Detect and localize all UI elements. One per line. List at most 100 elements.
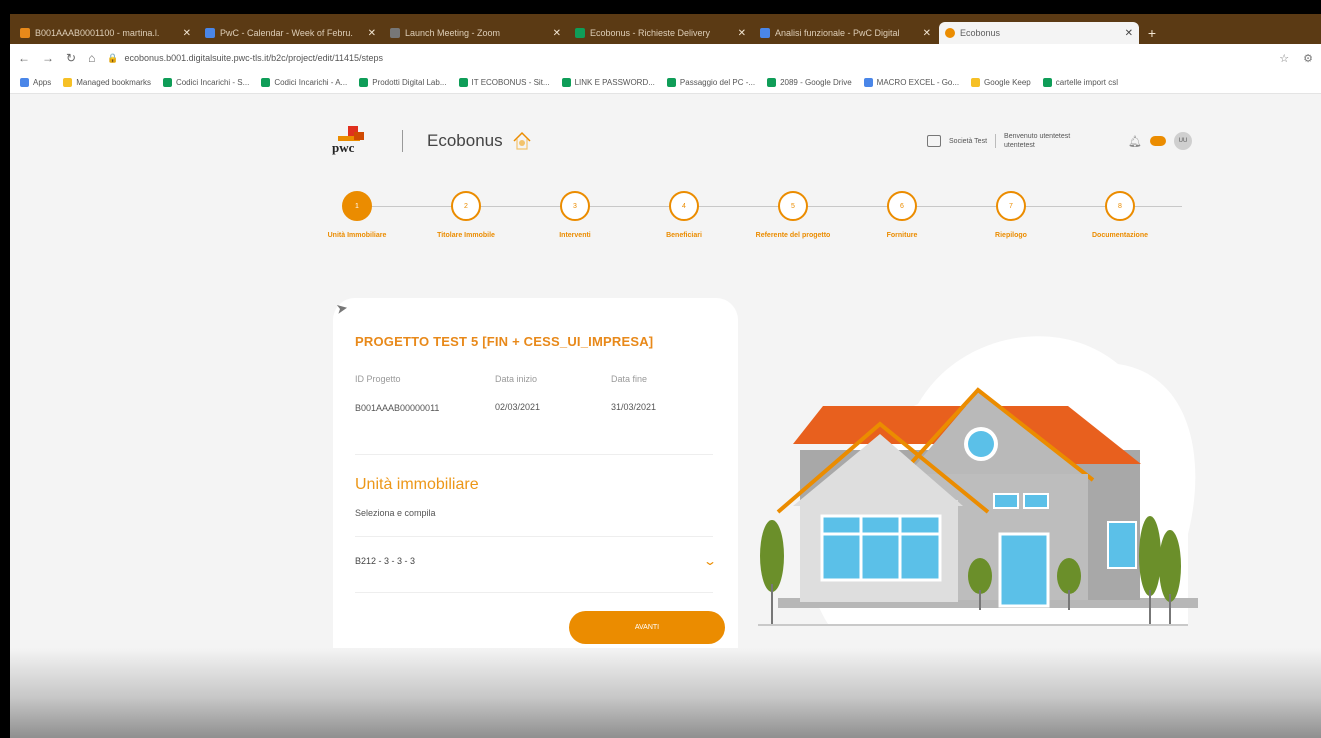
step-3[interactable]: 3 Interventi xyxy=(520,191,630,240)
browser-tab[interactable]: B001AAAB0001100 - martina.l. ✕ xyxy=(14,22,197,44)
step-label: Beneficiari xyxy=(666,232,702,239)
back-icon[interactable]: ← xyxy=(18,51,30,65)
tab-favicon-icon xyxy=(205,28,215,38)
apps-icon xyxy=(20,78,29,87)
step-circle: 5 xyxy=(778,191,808,221)
step-8[interactable]: 8 Documentazione xyxy=(1065,191,1175,240)
bookmark[interactable]: LINK E PASSWORD... xyxy=(561,78,655,87)
chevron-down-icon[interactable]: ⌄ xyxy=(703,554,717,568)
app-page: pwc Ecobonus Società Test Benvenuto uten… xyxy=(10,94,1321,738)
property-select[interactable]: B212 - 3 - 3 - 3 ⌄ xyxy=(355,550,717,572)
url-text: ecobonus.b001.digitalsuite.pwc-tls.it/b2… xyxy=(124,53,384,63)
step-6[interactable]: 6 Forniture xyxy=(847,191,957,240)
close-icon[interactable]: ✕ xyxy=(368,28,376,39)
tab-favicon-icon xyxy=(575,28,585,38)
app-header: pwc Ecobonus Società Test Benvenuto uten… xyxy=(332,116,1192,166)
start-date-value: 02/03/2021 xyxy=(495,402,541,412)
project-meta-labels: ID Progetto Data inizio Data fine xyxy=(355,374,711,384)
section-title: Unità immobiliare xyxy=(355,476,479,493)
tab-strip: B001AAAB0001100 - martina.l. ✕ PwC - Cale… xyxy=(10,14,1321,44)
drive-icon xyxy=(666,78,676,87)
close-icon[interactable]: ✕ xyxy=(1125,28,1133,39)
bookmark[interactable]: Apps xyxy=(20,78,51,87)
address-bar: ← → ↻ ⌂ 🔒 ecobonus.b001.digitalsuite.pwc… xyxy=(10,44,1321,72)
browser-tab-active[interactable]: Ecobonus ✕ xyxy=(939,22,1139,44)
step-label: Titolare Immobile xyxy=(437,232,495,239)
house-illustration xyxy=(758,336,1198,626)
step-label: Documentazione xyxy=(1091,232,1148,239)
new-tab-button[interactable]: + xyxy=(1141,22,1163,44)
browser-tab[interactable]: PwC - Calendar - Week of Febru. ✕ xyxy=(199,22,382,44)
close-icon[interactable]: ✕ xyxy=(183,28,191,39)
star-icon[interactable]: ☆ xyxy=(1279,52,1289,65)
property-select-value: B212 - 3 - 3 - 3 xyxy=(355,556,416,566)
url-field[interactable]: 🔒 ecobonus.b001.digitalsuite.pwc-tls.it/… xyxy=(107,53,1267,64)
bookmark[interactable]: Codici Incarichi - A... xyxy=(261,78,347,87)
step-label: Interventi xyxy=(559,232,591,239)
pwc-logo[interactable]: pwc xyxy=(332,124,372,158)
step-2[interactable]: 2 Titolare Immobile xyxy=(411,191,521,240)
step-circle: 8 xyxy=(1105,191,1135,221)
browser-tab[interactable]: Ecobonus - Richieste Delivery ✕ xyxy=(569,22,752,44)
next-button[interactable]: AVANTI xyxy=(569,611,725,644)
project-card: PROGETTO TEST 5 [FIN + CESS_UI_IMPRESA] … xyxy=(333,298,738,681)
ecobonus-house-icon xyxy=(513,131,531,150)
bookmark[interactable]: Passaggio del PC -... xyxy=(666,78,755,87)
wizard-stepper: 1 Unità Immobiliare 2 Titolare Immobile … xyxy=(302,186,1202,266)
bookmark[interactable]: Managed bookmarks xyxy=(63,78,151,87)
bottom-shadow xyxy=(10,648,1321,738)
forward-icon[interactable]: → xyxy=(42,51,54,65)
step-circle: 7 xyxy=(996,191,1026,221)
end-date-label: Data fine xyxy=(611,374,648,384)
close-icon[interactable]: ✕ xyxy=(738,28,746,39)
folder-icon xyxy=(63,78,73,87)
docs-icon xyxy=(863,78,873,87)
drive-icon xyxy=(767,78,777,87)
drive-icon xyxy=(162,78,172,87)
step-circle: 2 xyxy=(451,191,481,221)
tab-favicon-icon xyxy=(760,28,770,38)
company-icon xyxy=(927,135,942,147)
step-label: Unità Immobiliare xyxy=(327,232,387,239)
project-meta-values: B001AAAB00000011 02/03/2021 31/03/2021 xyxy=(355,402,711,415)
project-id-value: B001AAAB00000011 xyxy=(355,403,440,413)
bookmark[interactable]: Codici Incarichi - S... xyxy=(162,78,249,87)
mouse-cursor-icon: ➤ xyxy=(334,299,349,317)
section-subtitle: Seleziona e compila xyxy=(355,508,436,518)
bookmark[interactable]: 2089 - Google Drive xyxy=(767,78,852,87)
divider xyxy=(355,536,713,537)
header-separator xyxy=(995,134,997,148)
welcome-text: Benvenuto utentetest utentetest xyxy=(1004,133,1071,149)
step-1[interactable]: 1 Unità Immobiliare xyxy=(302,191,412,240)
home-icon[interactable]: ⌂ xyxy=(88,51,95,65)
header-divider xyxy=(402,130,403,152)
step-5[interactable]: 5 Referente del progetto xyxy=(738,191,848,240)
close-icon[interactable]: ✕ xyxy=(923,28,931,39)
bookmark[interactable]: Google Keep xyxy=(971,78,1031,87)
step-4[interactable]: 4 Beneficiari xyxy=(629,191,739,240)
company-name[interactable]: Società Test xyxy=(949,138,987,145)
bookmark[interactable]: Prodotti Digital Lab... xyxy=(359,78,447,87)
step-label: Riepilogo xyxy=(995,232,1027,239)
browser-tab[interactable]: Analisi funzionale - PwC Digital ✕ xyxy=(754,22,937,44)
bookmarks-bar: Apps Managed bookmarks Codici Incarichi … xyxy=(10,72,1321,94)
browser-tab[interactable]: Launch Meeting - Zoom ✕ xyxy=(384,22,567,44)
drive-icon xyxy=(359,78,369,87)
drive-icon xyxy=(261,78,271,87)
reload-icon[interactable]: ↻ xyxy=(66,51,76,65)
avatar[interactable]: UU xyxy=(1174,132,1192,150)
bookmark[interactable]: MACRO EXCEL - Go... xyxy=(863,78,959,87)
extension-icon[interactable]: ⚙ xyxy=(1303,52,1313,65)
bell-icon[interactable]: 🔔︎ xyxy=(1128,135,1142,148)
step-7[interactable]: 7 Riepilogo xyxy=(956,191,1066,240)
close-icon[interactable]: ✕ xyxy=(553,28,561,39)
step-label: Forniture xyxy=(886,232,918,239)
project-id-label: ID Progetto xyxy=(355,374,401,384)
bookmark[interactable]: IT ECOBONUS - Sit... xyxy=(458,78,550,87)
step-label: Referente del progetto xyxy=(755,232,831,239)
bookmark[interactable]: cartelle import csl xyxy=(1042,78,1118,87)
divider xyxy=(355,454,713,455)
end-date-value: 31/03/2021 xyxy=(611,402,657,412)
notification-badge[interactable] xyxy=(1150,136,1166,146)
tab-favicon-icon xyxy=(390,28,400,38)
